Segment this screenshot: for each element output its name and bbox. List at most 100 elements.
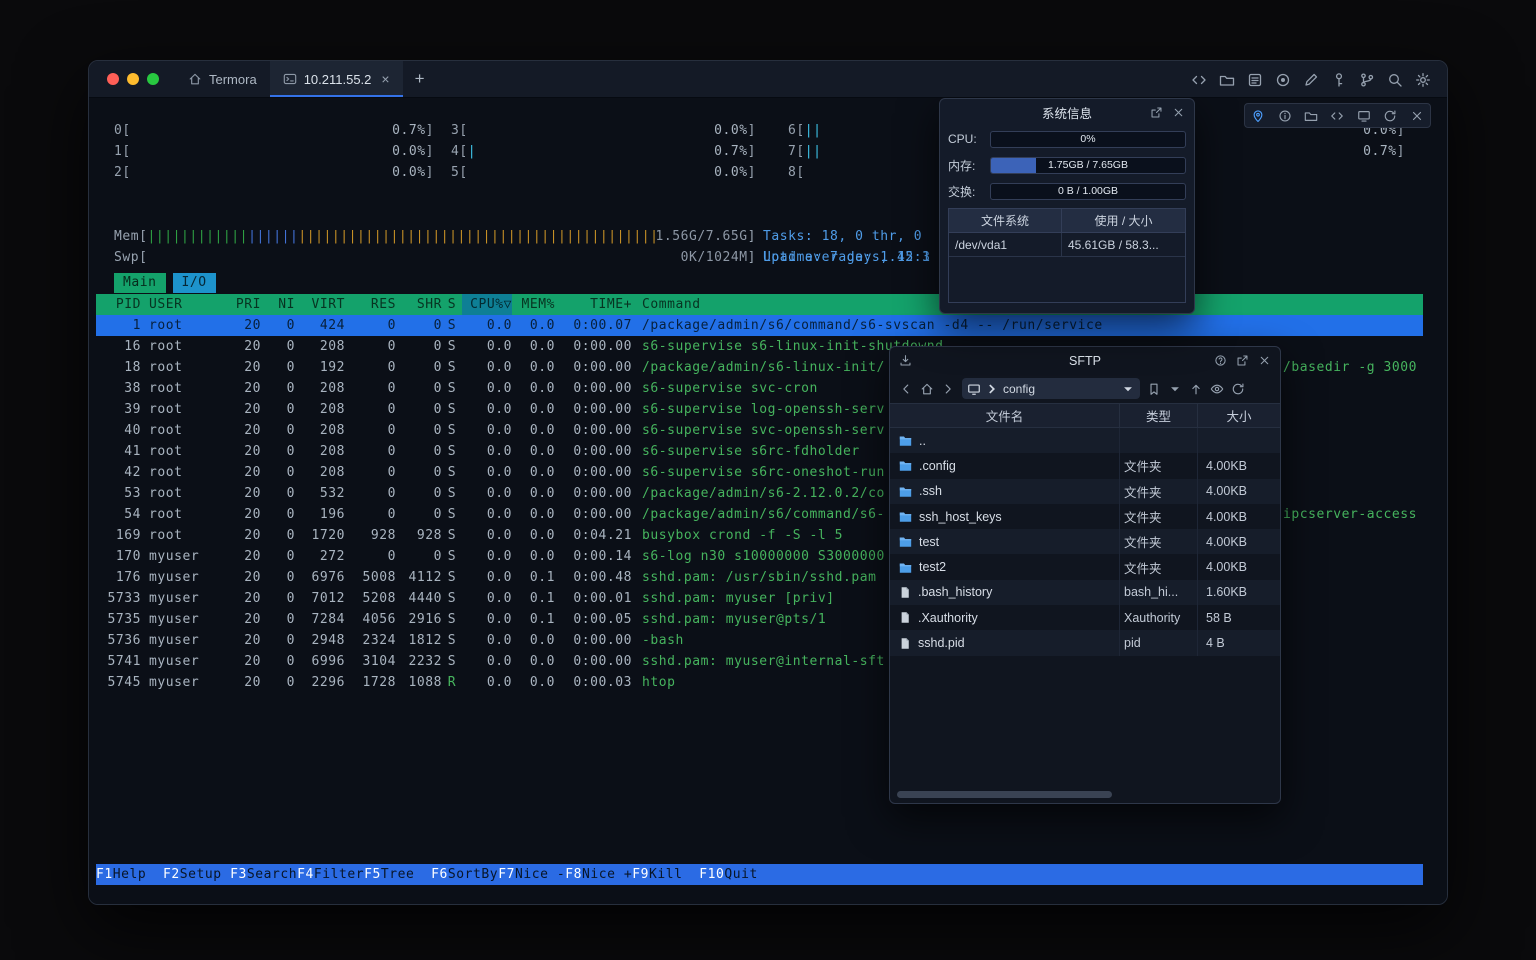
fnkey-f5[interactable]: F5Tree xyxy=(364,864,431,885)
filename-column-header[interactable]: 文件名 xyxy=(890,404,1120,427)
fnkey-f8[interactable]: F8Nice + xyxy=(565,864,632,885)
uptime-line: Uptime: 7 days, 15:3 xyxy=(89,226,1447,247)
close-icon[interactable] xyxy=(1410,109,1424,123)
column-header-res[interactable]: RES xyxy=(345,294,396,315)
refresh-icon[interactable] xyxy=(1383,109,1397,123)
file-row-test2[interactable]: test2文件夹4.00KB xyxy=(890,554,1280,579)
fnkey-f10[interactable]: F10Quit xyxy=(699,864,774,885)
filesystem-table-header: 文件系统 使用 / 大小 xyxy=(949,209,1185,233)
fnkey-f6[interactable]: F6SortBy xyxy=(431,864,498,885)
file-type: 文件夹 xyxy=(1120,554,1198,579)
path-breadcrumb[interactable]: config xyxy=(962,378,1140,399)
file-row-[interactable]: .. xyxy=(890,428,1280,453)
tab-home[interactable]: Termora xyxy=(175,61,270,97)
column-header-pri[interactable]: PRI xyxy=(221,294,261,315)
type-column-header[interactable]: 类型 xyxy=(1120,404,1198,427)
file-size: 4.00KB xyxy=(1198,453,1280,478)
gear-icon[interactable] xyxy=(1415,72,1431,88)
close-icon[interactable] xyxy=(1258,354,1271,367)
refresh-icon[interactable] xyxy=(1231,382,1245,396)
file-row-bashhistory[interactable]: .bash_historybash_hi...1.60KB xyxy=(890,580,1280,605)
show-hidden-icon[interactable] xyxy=(1210,382,1224,396)
pencil-icon[interactable] xyxy=(1303,72,1319,88)
swap-usage-text: 0K/1024M xyxy=(681,247,748,268)
memory-line: Mem[||||||||||||||||||||||||||||||||||||… xyxy=(89,184,1447,205)
column-header-cpu[interactable]: CPU%▽ xyxy=(462,294,512,315)
file-row-config[interactable]: .config文件夹4.00KB xyxy=(890,453,1280,478)
zoom-window-button[interactable] xyxy=(147,73,159,85)
info-icon[interactable] xyxy=(1278,109,1292,123)
cpu-label: CPU: xyxy=(948,132,990,146)
file-row-test[interactable]: test文件夹4.00KB xyxy=(890,529,1280,554)
file-type: 文件夹 xyxy=(1120,504,1198,529)
file-table-header[interactable]: 文件名 类型 大小 xyxy=(890,403,1280,428)
pin-icon[interactable] xyxy=(1251,109,1265,123)
fnkey-f7[interactable]: F7Nice - xyxy=(498,864,565,885)
column-header-pid[interactable]: PID xyxy=(96,294,141,315)
file-type: 文件夹 xyxy=(1120,529,1198,554)
fnkey-f1[interactable]: F1Help xyxy=(96,864,163,885)
back-icon[interactable] xyxy=(899,382,913,396)
column-header-ni[interactable]: NI xyxy=(261,294,295,315)
tab-close-icon[interactable]: × xyxy=(381,71,389,87)
titlebar: Termora 10.211.55.2 × + xyxy=(89,61,1447,98)
bookmark-icon[interactable] xyxy=(1147,382,1161,396)
tab-session[interactable]: 10.211.55.2 × xyxy=(270,61,403,97)
path-segment[interactable]: config xyxy=(1003,382,1035,396)
folder-icon[interactable] xyxy=(1219,72,1235,88)
computer-icon xyxy=(967,382,981,396)
fnkey-f9[interactable]: F9Kill xyxy=(632,864,699,885)
folder-icon xyxy=(899,561,912,574)
fnkey-f4[interactable]: F4Filter xyxy=(297,864,364,885)
htop-tab-main[interactable]: Main xyxy=(114,273,166,293)
new-tab-button[interactable]: + xyxy=(403,61,437,97)
process-table-header[interactable]: PIDUSERPRINIVIRTRESSHRSCPU%▽MEM%TIME+Com… xyxy=(96,294,1423,315)
record-icon[interactable] xyxy=(1275,72,1291,88)
column-header-virt[interactable]: VIRT xyxy=(295,294,345,315)
htop-tab-io[interactable]: I/O xyxy=(173,273,216,293)
filesystem-row[interactable]: /dev/vda1 45.61GB / 58.3... xyxy=(949,233,1185,257)
process-row-1[interactable]: 1root20042400S0.00.00:00.07/package/admi… xyxy=(96,315,1423,336)
caret-down-icon[interactable] xyxy=(1121,382,1135,396)
file-size: 4 B xyxy=(1198,630,1280,655)
list-icon[interactable] xyxy=(1247,72,1263,88)
fnkey-f2[interactable]: F2Setup xyxy=(163,864,230,885)
file-type: 文件夹 xyxy=(1120,453,1198,478)
system-info-panel: 系统信息 CPU: 0% 内存: 1.75GB / 7.65GB 交换: 0 B… xyxy=(939,98,1195,314)
open-in-window-icon[interactable] xyxy=(1150,106,1163,119)
branch-icon[interactable] xyxy=(1359,72,1375,88)
minimize-window-button[interactable] xyxy=(127,73,139,85)
filesystem-name: /dev/vda1 xyxy=(949,233,1062,256)
key-icon[interactable] xyxy=(1331,72,1347,88)
fnkey-f3[interactable]: F3Search xyxy=(230,864,297,885)
close-window-button[interactable] xyxy=(107,73,119,85)
open-in-window-icon[interactable] xyxy=(1236,354,1249,367)
help-icon[interactable] xyxy=(1214,354,1227,367)
sftp-titlebar: SFTP xyxy=(890,347,1280,374)
folder-icon[interactable] xyxy=(1304,109,1318,123)
search-icon[interactable] xyxy=(1387,72,1403,88)
file-row-ssh[interactable]: .ssh文件夹4.00KB xyxy=(890,479,1280,504)
file-name: .ssh xyxy=(919,484,942,498)
sftp-panel: SFTP config 文件名 类型 xyxy=(889,346,1281,804)
home-icon[interactable] xyxy=(920,382,934,396)
size-column-header[interactable]: 大小 xyxy=(1198,404,1280,427)
column-header-time[interactable]: TIME+ xyxy=(555,294,632,315)
code-icon[interactable] xyxy=(1330,109,1344,123)
upload-icon[interactable] xyxy=(1189,382,1203,396)
monitor-icon[interactable] xyxy=(1357,109,1371,123)
file-row-sshdpid[interactable]: sshd.pidpid4 B xyxy=(890,630,1280,655)
forward-icon[interactable] xyxy=(941,382,955,396)
bookmark-caret-icon[interactable] xyxy=(1168,382,1182,396)
column-header-s[interactable]: S xyxy=(442,294,462,315)
close-icon[interactable] xyxy=(1172,106,1185,119)
code-icon[interactable] xyxy=(1191,72,1207,88)
horizontal-scrollbar[interactable] xyxy=(897,791,1112,798)
file-size: 4.00KB xyxy=(1198,504,1280,529)
column-header-mem[interactable]: MEM% xyxy=(512,294,555,315)
column-header-shr[interactable]: SHR xyxy=(396,294,442,315)
column-header-user[interactable]: USER xyxy=(141,294,221,315)
file-row-Xauthority[interactable]: .XauthorityXauthority58 B xyxy=(890,605,1280,630)
file-row-sshhostkeys[interactable]: ssh_host_keys文件夹4.00KB xyxy=(890,504,1280,529)
transfers-icon[interactable] xyxy=(899,347,912,374)
